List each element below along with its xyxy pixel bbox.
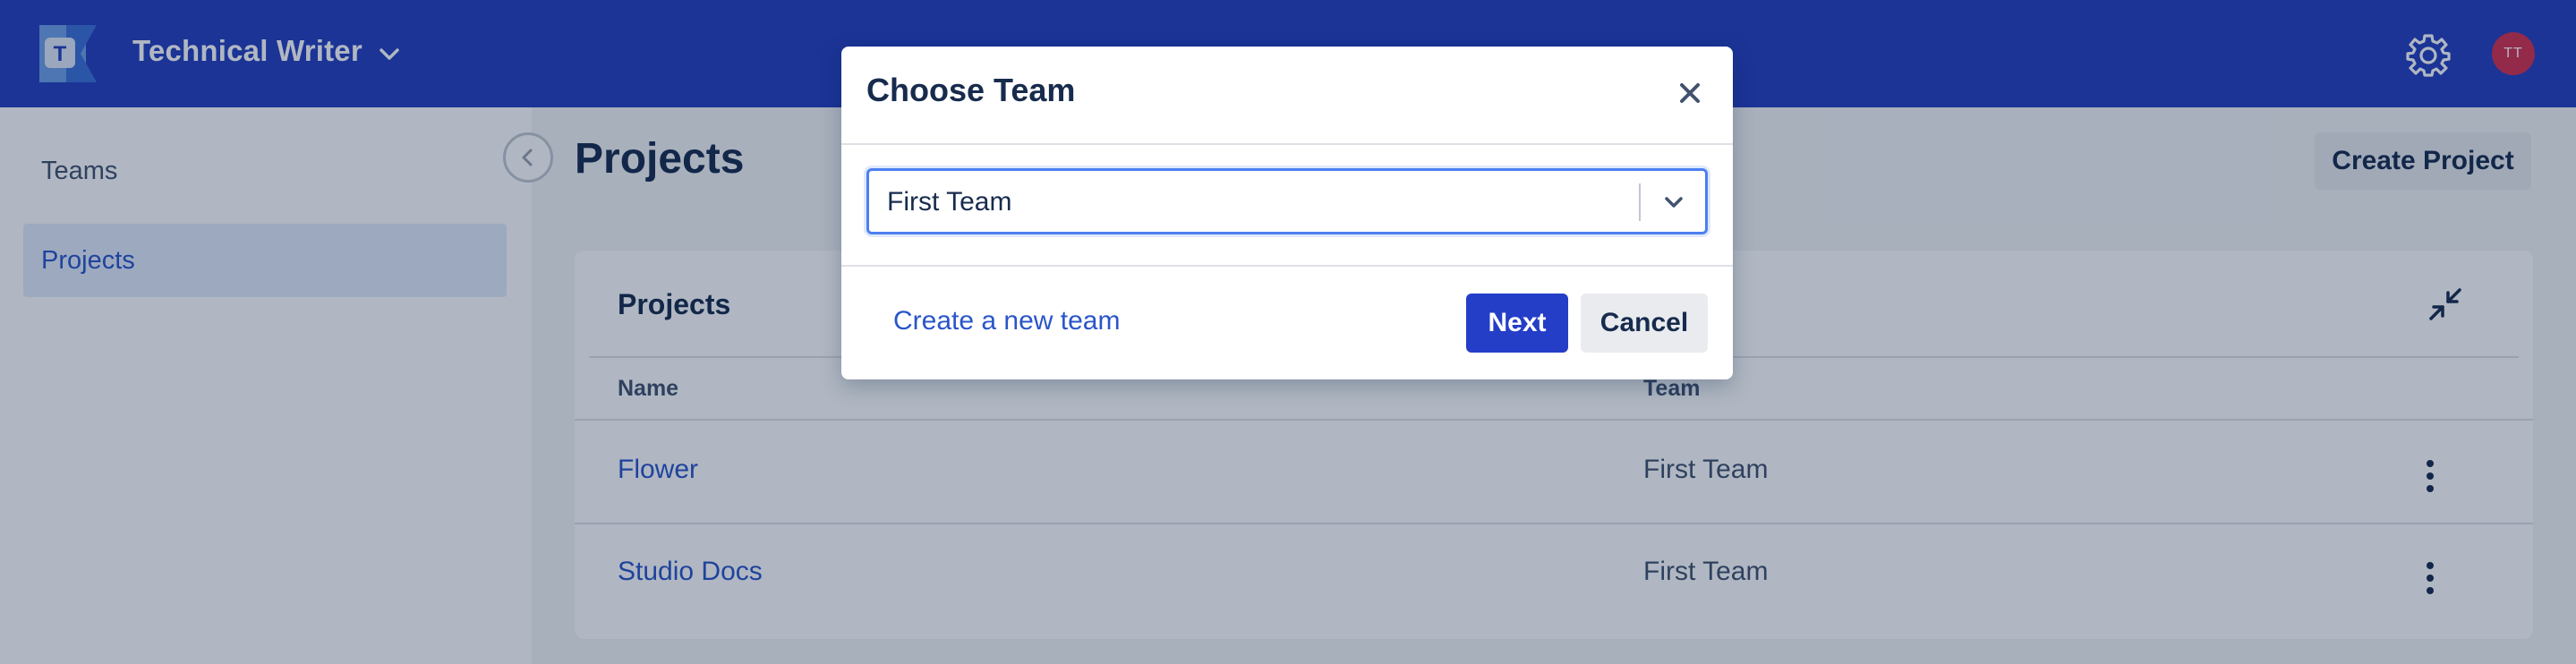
divider: [841, 143, 1733, 145]
cancel-button[interactable]: Cancel: [1581, 294, 1708, 353]
next-button[interactable]: Next: [1466, 294, 1568, 353]
divider: [1639, 183, 1641, 221]
close-icon[interactable]: [1674, 77, 1706, 109]
divider: [841, 265, 1733, 267]
dialog-title: Choose Team: [866, 72, 1076, 108]
create-new-team-link[interactable]: Create a new team: [893, 306, 1120, 336]
chevron-down-icon[interactable]: [1660, 189, 1687, 216]
team-select[interactable]: First Team: [866, 168, 1708, 234]
team-select-value: First Team: [887, 187, 1012, 217]
choose-team-dialog: Choose Team First Team Create a new team…: [841, 47, 1733, 379]
